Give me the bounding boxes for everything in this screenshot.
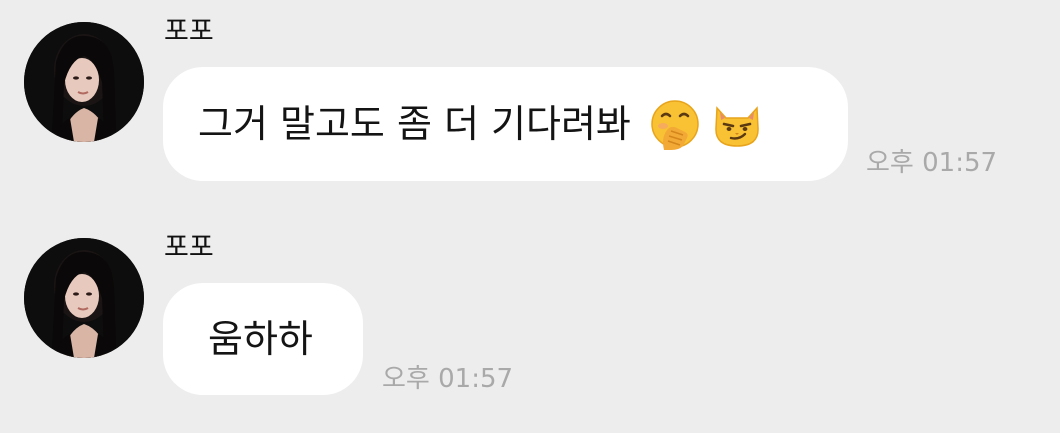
- message-row: 포포 그거 말고도 좀 더 기다려봐 오후 01:57: [0, 0, 1060, 200]
- message-bubble[interactable]: 그거 말고도 좀 더 기다려봐: [163, 67, 848, 181]
- message-bubble[interactable]: 움하하: [163, 283, 363, 395]
- timestamp: 오후 01:57: [866, 148, 998, 178]
- avatar-photo: [24, 238, 144, 358]
- message-text: 그거 말고도 좀 더 기다려봐: [198, 102, 631, 146]
- avatar-photo: [24, 22, 144, 142]
- message-row: 포포 움하하 오후 01:57: [0, 216, 1060, 433]
- message-text: 움하하: [208, 317, 313, 361]
- avatar[interactable]: [24, 238, 144, 358]
- sender-name: 포포: [164, 16, 214, 47]
- smirking-cat-emoji: [711, 98, 763, 150]
- timestamp: 오후 01:57: [382, 364, 514, 394]
- avatar[interactable]: [24, 22, 144, 142]
- hand-over-mouth-emoji: [649, 98, 701, 150]
- sender-name: 포포: [164, 232, 214, 263]
